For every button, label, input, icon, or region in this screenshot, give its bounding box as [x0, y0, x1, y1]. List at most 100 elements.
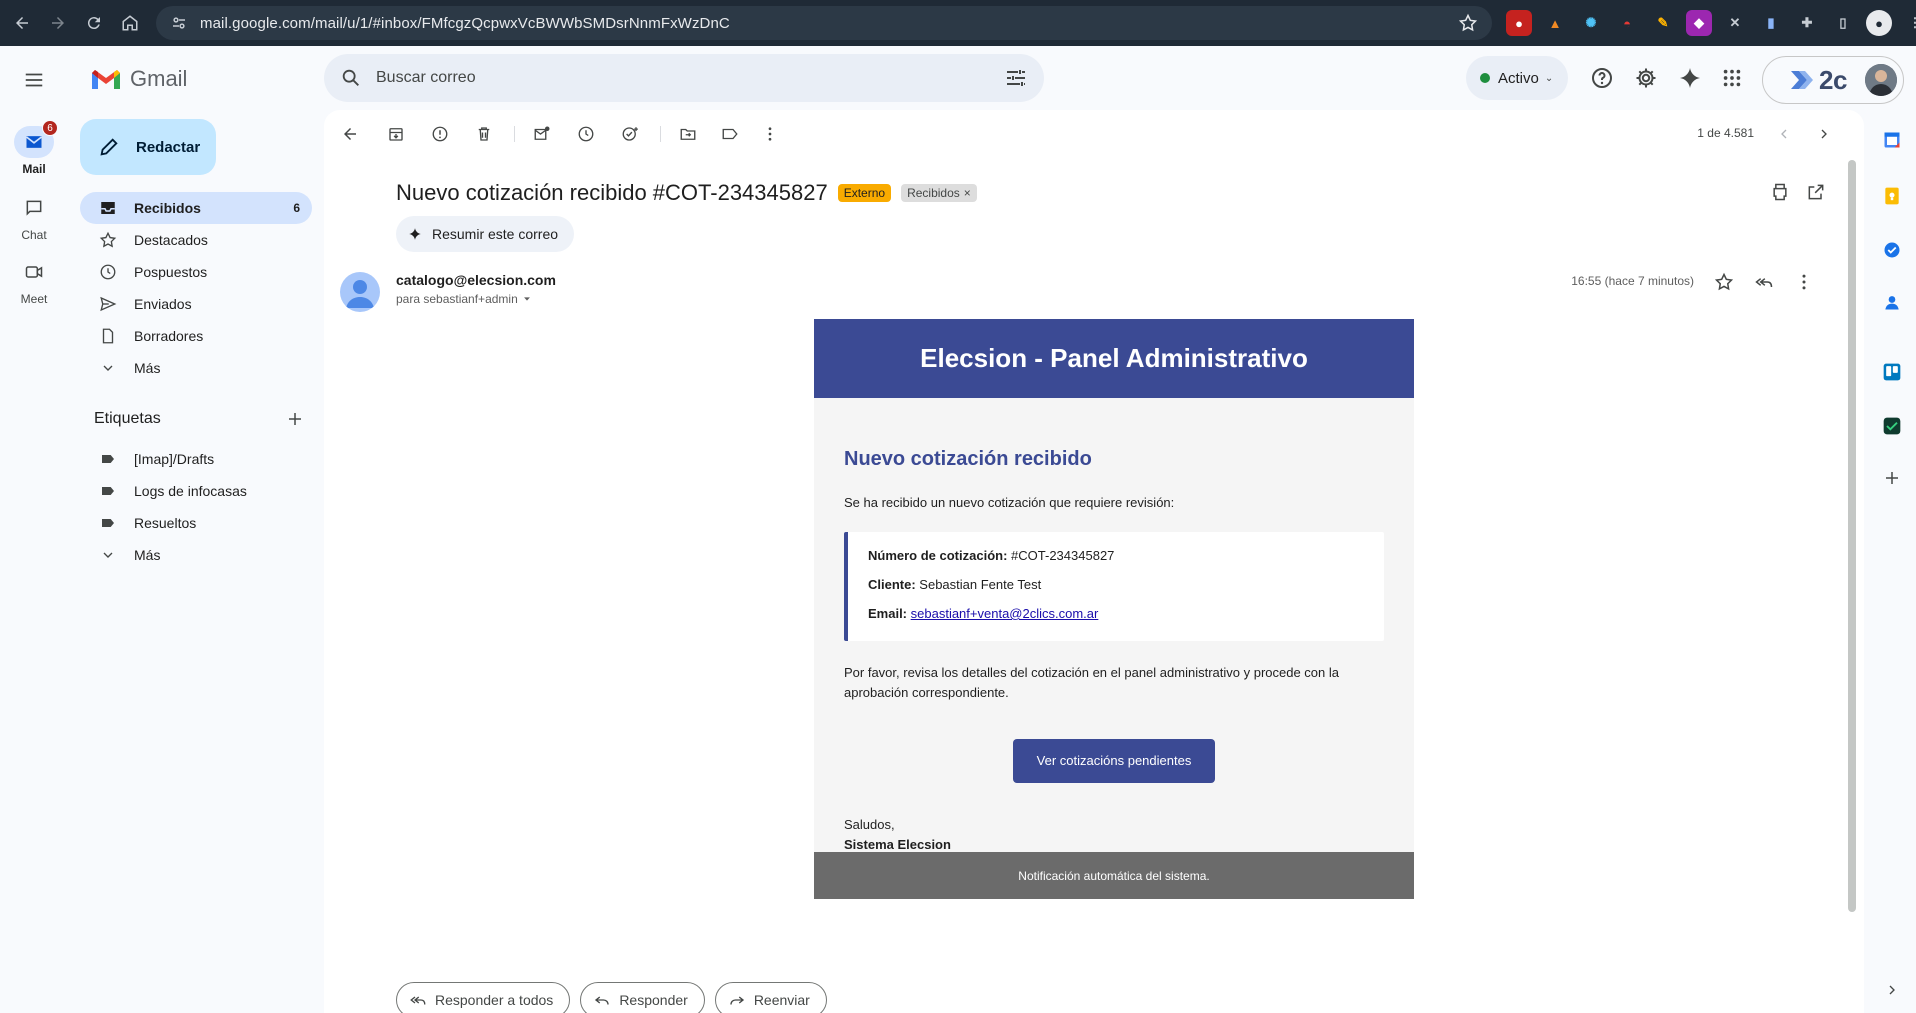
rail-item-meet[interactable]: Meet	[0, 256, 68, 306]
star-message-icon[interactable]	[1714, 272, 1734, 292]
extension-pen-icon[interactable]: ✎	[1650, 10, 1676, 36]
add-label-plus-icon[interactable]	[286, 410, 304, 428]
gmail-logo[interactable]: Gmail	[90, 66, 187, 92]
forward-button[interactable]: Reenviar	[714, 982, 827, 1013]
calendar-icon[interactable]	[1880, 128, 1904, 152]
snooze-clock-icon[interactable]	[574, 122, 598, 146]
email-intro: Se ha recibido un nuevo cotización que r…	[844, 495, 1175, 510]
bookmark-star-icon[interactable]	[1458, 13, 1478, 33]
main-menu-icon[interactable]	[14, 60, 54, 100]
extensions-bar: ● ▲ ✺ ◓ ✎ ◆ ✕ ▮ ✚ ▯ ● ⋮	[1506, 10, 1916, 36]
recipient-details[interactable]: para sebastianf+admin	[396, 292, 556, 306]
gemini-sparkle-icon[interactable]	[1676, 64, 1704, 92]
move-to-folder-icon[interactable]	[676, 122, 700, 146]
tasks-icon[interactable]	[1880, 238, 1904, 262]
settings-gear-icon[interactable]	[1632, 64, 1660, 92]
compose-button[interactable]: Redactar	[80, 119, 216, 175]
search-icon[interactable]	[340, 67, 362, 89]
rail-item-chat[interactable]: Chat	[0, 192, 68, 242]
status-selector[interactable]: Activo ⌄	[1466, 56, 1568, 100]
rail-item-mail[interactable]: 6 Mail	[0, 120, 68, 176]
account-switcher[interactable]: 2c	[1762, 56, 1904, 104]
draft-file-icon	[98, 326, 118, 346]
sender-email[interactable]: catalogo@elecsion.com	[396, 272, 556, 288]
address-bar[interactable]: mail.google.com/mail/u/1/#inbox/FMfcgzQc…	[156, 6, 1492, 40]
browser-toolbar: mail.google.com/mail/u/1/#inbox/FMfcgzQc…	[0, 0, 1916, 46]
print-icon[interactable]	[1770, 182, 1790, 202]
sidebar-label-imap-drafts[interactable]: [Imap]/Drafts	[80, 443, 312, 475]
client-email-link[interactable]: sebastianf+venta@2clics.com.ar	[911, 606, 1099, 621]
remove-label-close-icon[interactable]: ×	[964, 186, 971, 200]
label-icon[interactable]	[718, 122, 742, 146]
extensions-puzzle-icon[interactable]: ✚	[1794, 10, 1820, 36]
sidebar-label-logs-infocasas[interactable]: Logs de infocasas	[80, 475, 312, 507]
sidebar-toggle-icon[interactable]: ▯	[1830, 10, 1856, 36]
search-input[interactable]	[376, 69, 976, 87]
forward-icon[interactable]	[40, 5, 76, 41]
extension-purple-icon[interactable]: ◆	[1686, 10, 1712, 36]
back-to-inbox-icon[interactable]	[338, 122, 362, 146]
sidebar-label-resueltos[interactable]: Resueltos	[80, 507, 312, 539]
email-content: Nuevo cotización recibido Se ha recibido…	[814, 398, 1414, 855]
extension-fox-icon[interactable]: ▲	[1542, 10, 1568, 36]
url-text[interactable]: mail.google.com/mail/u/1/#inbox/FMfcgzQc…	[200, 15, 730, 32]
caret-down-icon[interactable]	[522, 294, 532, 304]
account-avatar[interactable]	[1865, 64, 1897, 96]
mail-icon[interactable]: 6	[14, 120, 58, 158]
chat-icon[interactable]	[14, 192, 54, 224]
older-chevron-right-icon[interactable]	[1812, 122, 1836, 146]
sidebar-item-drafts[interactable]: Borradores	[80, 320, 312, 352]
extension-bookmark-icon[interactable]: ▮	[1758, 10, 1784, 36]
expand-panel-chevron-icon[interactable]	[1880, 978, 1904, 1002]
open-new-window-icon[interactable]	[1806, 182, 1826, 202]
contacts-icon[interactable]	[1880, 290, 1904, 314]
reply-all-button[interactable]: Responder a todos	[396, 982, 571, 1013]
profile-avatar-icon[interactable]: ●	[1866, 10, 1892, 36]
sender-avatar[interactable]	[340, 272, 380, 312]
home-icon[interactable]	[112, 5, 148, 41]
search-options-icon[interactable]	[1004, 66, 1028, 90]
reload-icon[interactable]	[76, 5, 112, 41]
sidebar-item-sent[interactable]: Enviados	[80, 288, 312, 320]
video-camera-icon[interactable]	[14, 256, 54, 288]
add-task-icon[interactable]	[618, 122, 642, 146]
more-options-icon[interactable]	[758, 122, 782, 146]
extension-react-icon[interactable]: ✺	[1578, 10, 1604, 36]
sidebar-item-more[interactable]: Más	[80, 352, 312, 384]
report-spam-icon[interactable]	[428, 122, 452, 146]
site-settings-icon[interactable]	[162, 14, 196, 32]
keep-icon[interactable]	[1880, 184, 1904, 208]
sidebar-item-starred[interactable]: Destacados	[80, 224, 312, 256]
archive-icon[interactable]	[384, 122, 408, 146]
view-pending-quotes-button[interactable]: Ver cotizacións pendientes	[1013, 739, 1215, 783]
reply-button[interactable]: Responder	[580, 982, 705, 1013]
summarize-button[interactable]: Resumir este correo	[396, 216, 575, 252]
search-bar[interactable]	[324, 54, 1044, 102]
reply-all-icon[interactable]	[1754, 272, 1774, 292]
reply-all-icon	[409, 991, 427, 1009]
sidebar-labels-more[interactable]: Más	[80, 539, 312, 571]
apps-grid-icon[interactable]	[1718, 64, 1746, 92]
extension-pokeball-icon[interactable]: ◓	[1614, 10, 1640, 36]
get-addons-plus-icon[interactable]	[1880, 466, 1904, 490]
pagination-label: 1 de 4.581	[1697, 126, 1754, 140]
back-icon[interactable]	[4, 5, 40, 41]
message-more-icon[interactable]	[1794, 272, 1814, 292]
help-icon[interactable]	[1588, 64, 1616, 92]
message-toolbar: 1 de 4.581	[324, 110, 1864, 158]
mark-unread-icon[interactable]	[530, 122, 554, 146]
side-panel	[1870, 110, 1916, 1013]
sidebar-item-snoozed[interactable]: Pospuestos	[80, 256, 312, 288]
delete-trash-icon[interactable]	[472, 122, 496, 146]
scrollbar-thumb[interactable]	[1848, 160, 1856, 912]
inbox-label-chip[interactable]: Recibidos ×	[901, 184, 977, 202]
more-vert-icon[interactable]: ⋮	[1902, 10, 1916, 36]
extension-translate-icon[interactable]: ✕	[1722, 10, 1748, 36]
email-footer: Notificación automática del sistema.	[814, 852, 1414, 899]
trello-icon[interactable]	[1880, 360, 1904, 384]
newer-chevron-left-icon[interactable]	[1772, 122, 1796, 146]
extension-shield-icon[interactable]: ●	[1506, 10, 1532, 36]
sidebar-item-inbox[interactable]: Recibidos 6	[80, 192, 312, 224]
addon-checkmark-icon[interactable]	[1880, 414, 1904, 438]
email-title: Nuevo cotización recibido	[844, 448, 1092, 470]
